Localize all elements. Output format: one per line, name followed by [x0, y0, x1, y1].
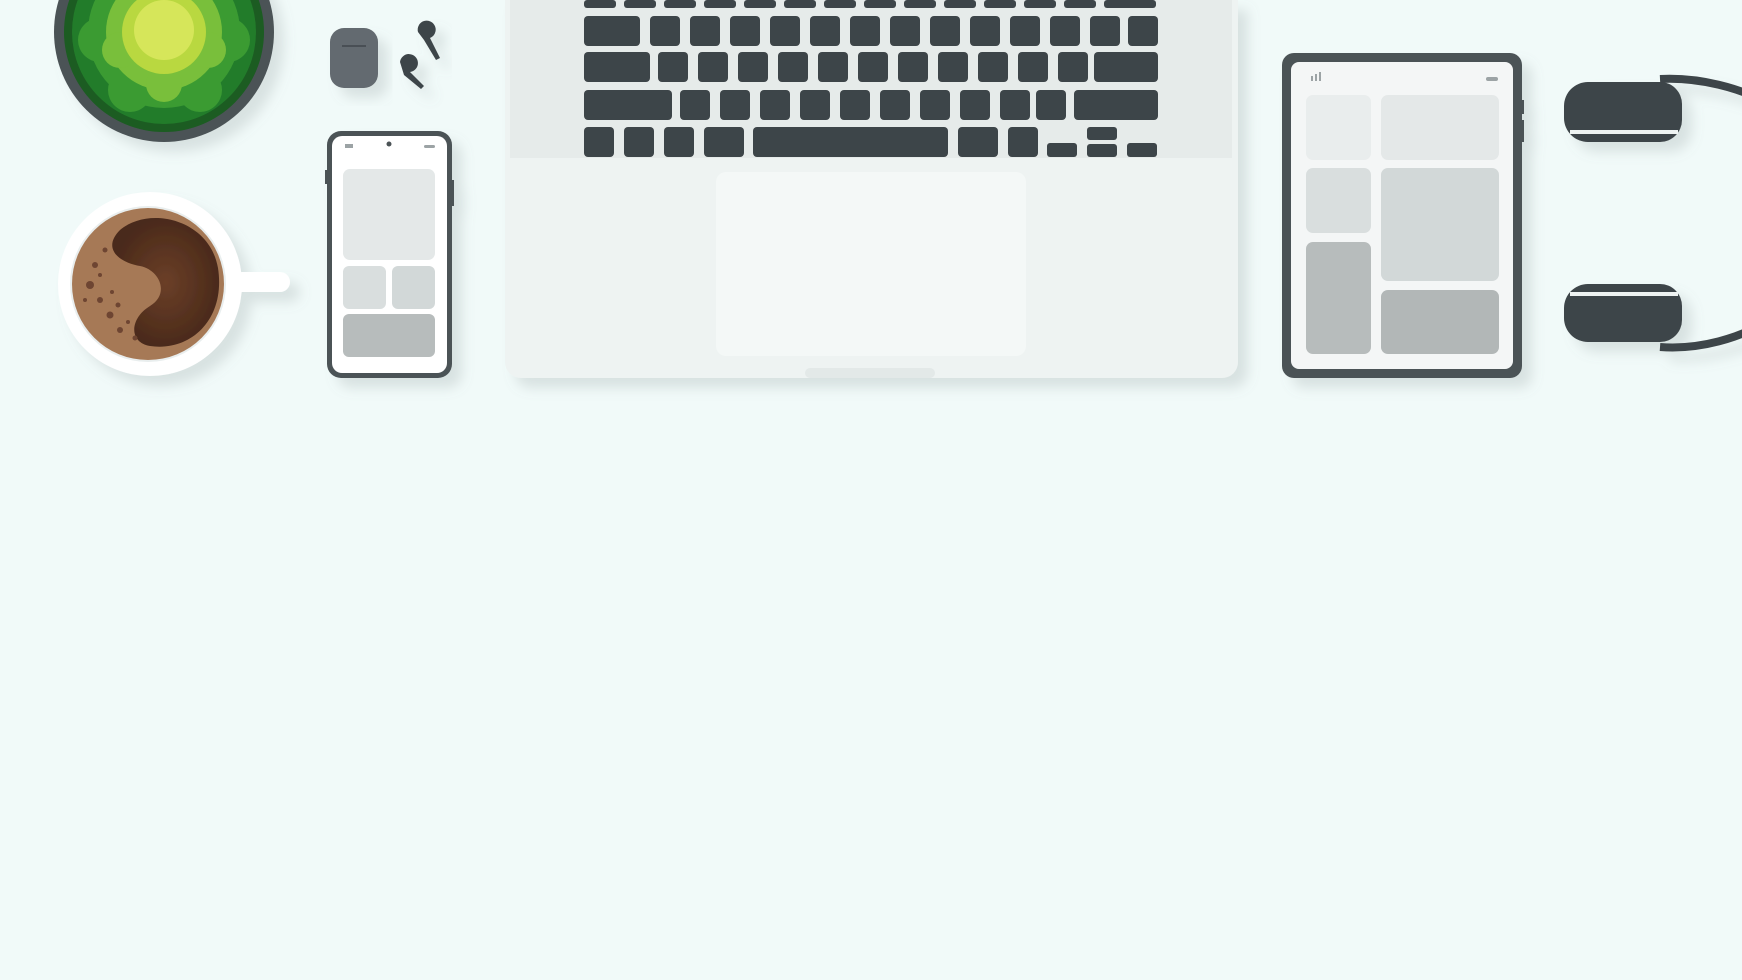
coffee-cup-icon	[58, 192, 290, 376]
earbuds-case-icon	[330, 28, 378, 88]
desk-illustration	[54, 0, 1742, 378]
laptop-icon	[505, 0, 1238, 378]
headphones-icon	[1564, 74, 1742, 352]
tablet-icon	[1282, 53, 1524, 378]
smartphone-icon	[325, 131, 454, 378]
earbud-icon	[400, 20, 440, 89]
plant-icon	[54, 0, 274, 142]
desk-scene	[0, 0, 1742, 980]
